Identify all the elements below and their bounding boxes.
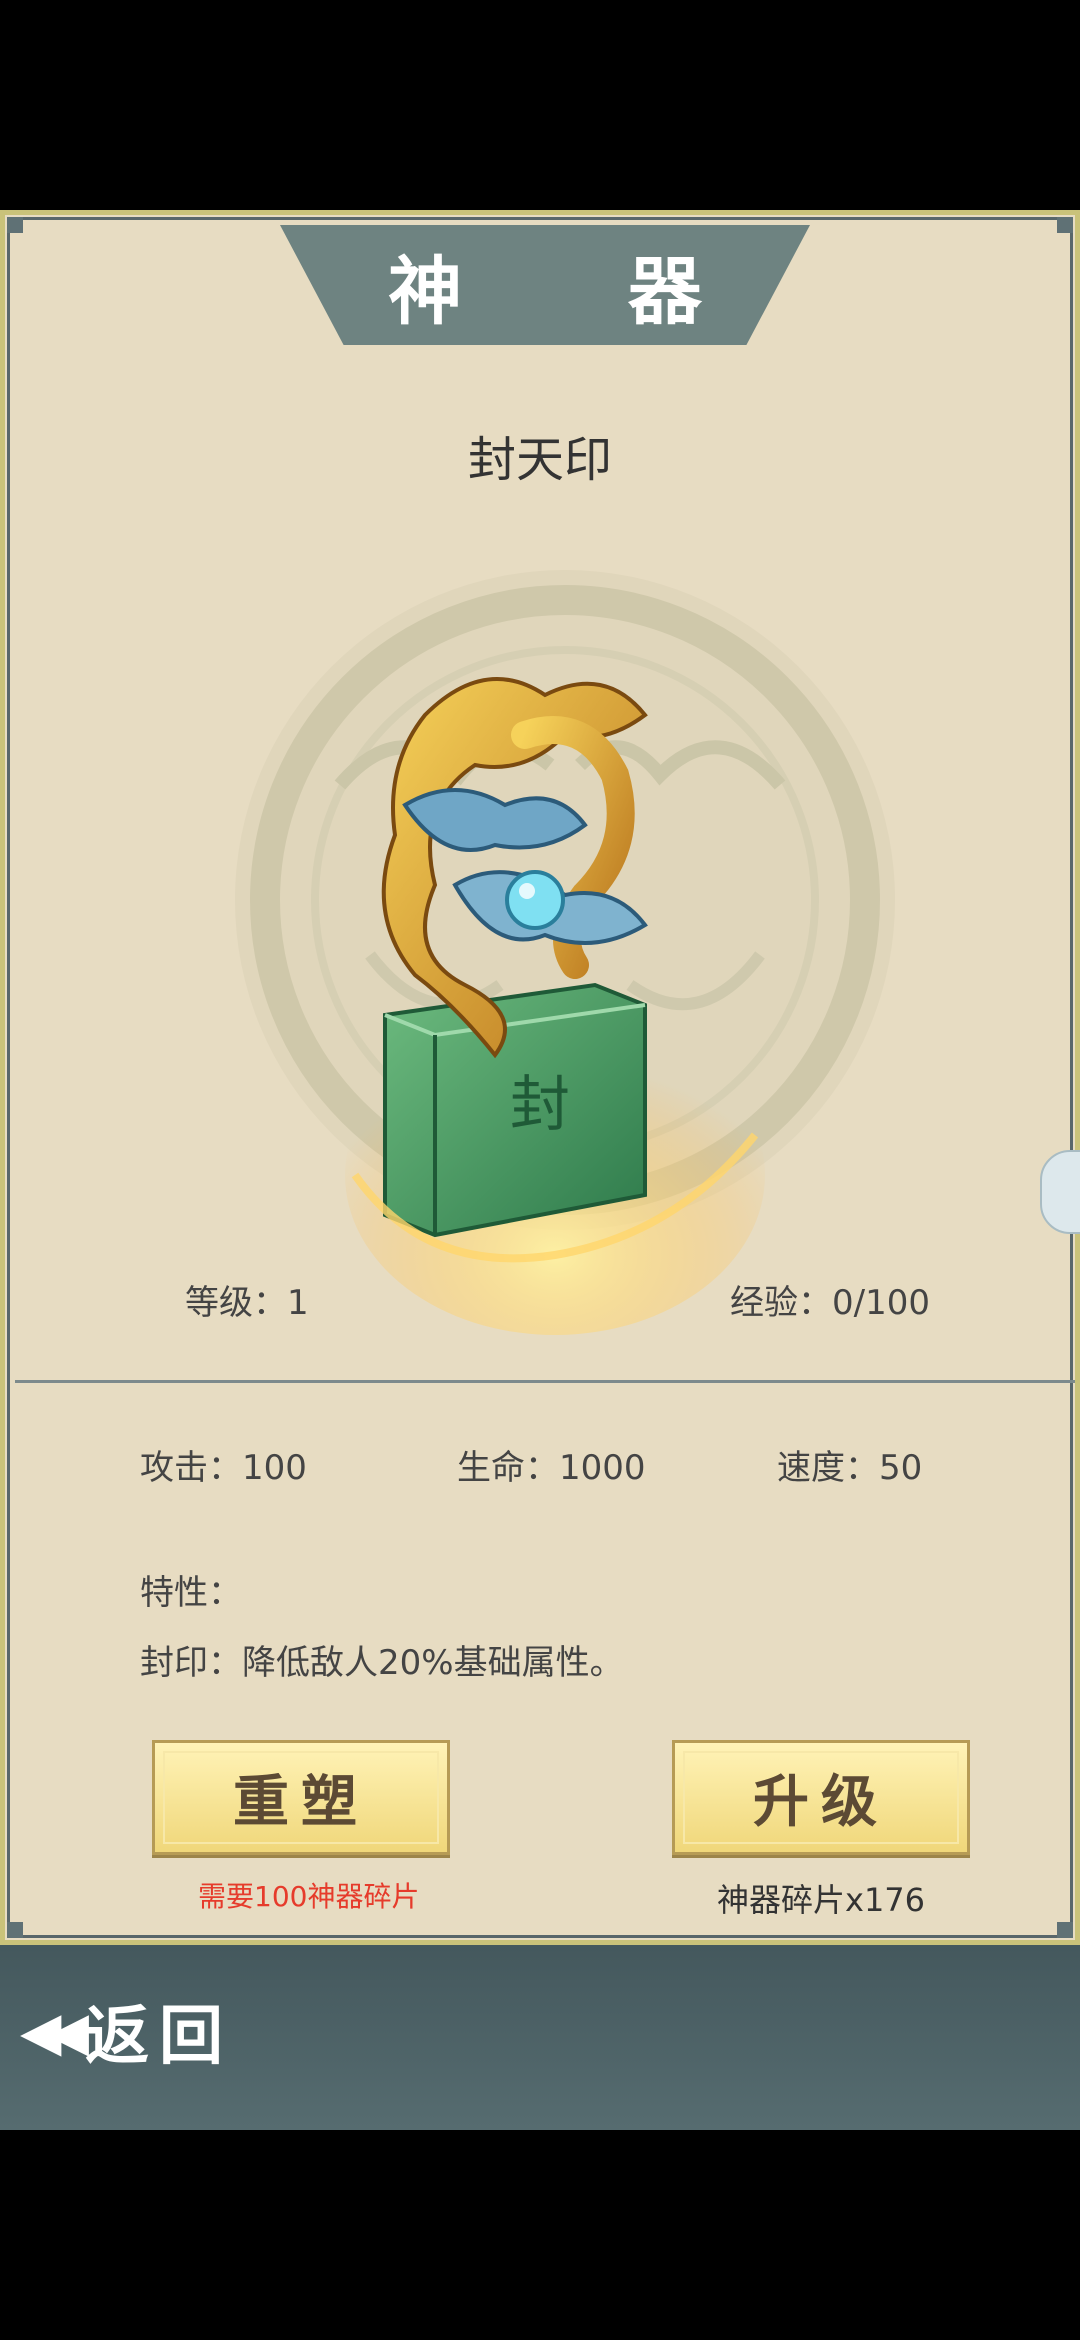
bottom-nav: ◀◀ 返回 xyxy=(0,1945,1080,2130)
artifact-exp: 经验：0/100 xyxy=(730,1283,930,1323)
stat-attack: 攻击：100 xyxy=(140,1448,307,1488)
trait-header: 特性： xyxy=(140,1573,242,1613)
title-banner: 神 器 xyxy=(280,225,810,345)
reforge-cost: 需要100神器碎片 xyxy=(198,1880,420,1913)
artifact-level: 等级：1 xyxy=(185,1283,309,1323)
upgrade-button-label: 升级 xyxy=(753,1769,889,1835)
svg-text:封: 封 xyxy=(510,1070,570,1140)
artifact-panel: 神 器 封天印 封 等级：1 经验：0/100 攻击：100 生命：1000 速… xyxy=(0,210,1080,1945)
status-bar-area xyxy=(0,0,1080,210)
section-divider xyxy=(15,1380,1075,1383)
screen-title: 神 器 xyxy=(388,248,772,335)
seal-artifact-icon: 封 xyxy=(345,677,765,1335)
stat-speed: 速度：50 xyxy=(777,1448,923,1488)
fragment-count: 神器碎片x176 xyxy=(717,1881,926,1919)
upgrade-button[interactable]: 升级 xyxy=(672,1740,970,1855)
back-label: 返回 xyxy=(85,1999,234,2074)
panel-corner xyxy=(7,1922,23,1938)
trait-description: 封印：降低敌人20%基础属性。 xyxy=(140,1643,624,1683)
panel-corner xyxy=(7,217,23,233)
floating-side-handle[interactable] xyxy=(1040,1150,1080,1234)
stat-hp: 生命：1000 xyxy=(457,1448,646,1488)
reforge-button[interactable]: 重塑 xyxy=(152,1740,450,1855)
navigation-bar-area xyxy=(0,2130,1080,2340)
reforge-button-label: 重塑 xyxy=(233,1769,369,1835)
panel-corner xyxy=(1057,217,1073,233)
back-button[interactable]: ◀◀ 返回 xyxy=(20,1985,233,2077)
panel-corner xyxy=(1057,1922,1073,1938)
artifact-name: 封天印 xyxy=(467,432,612,488)
double-left-arrow-icon: ◀◀ xyxy=(20,1999,89,2063)
